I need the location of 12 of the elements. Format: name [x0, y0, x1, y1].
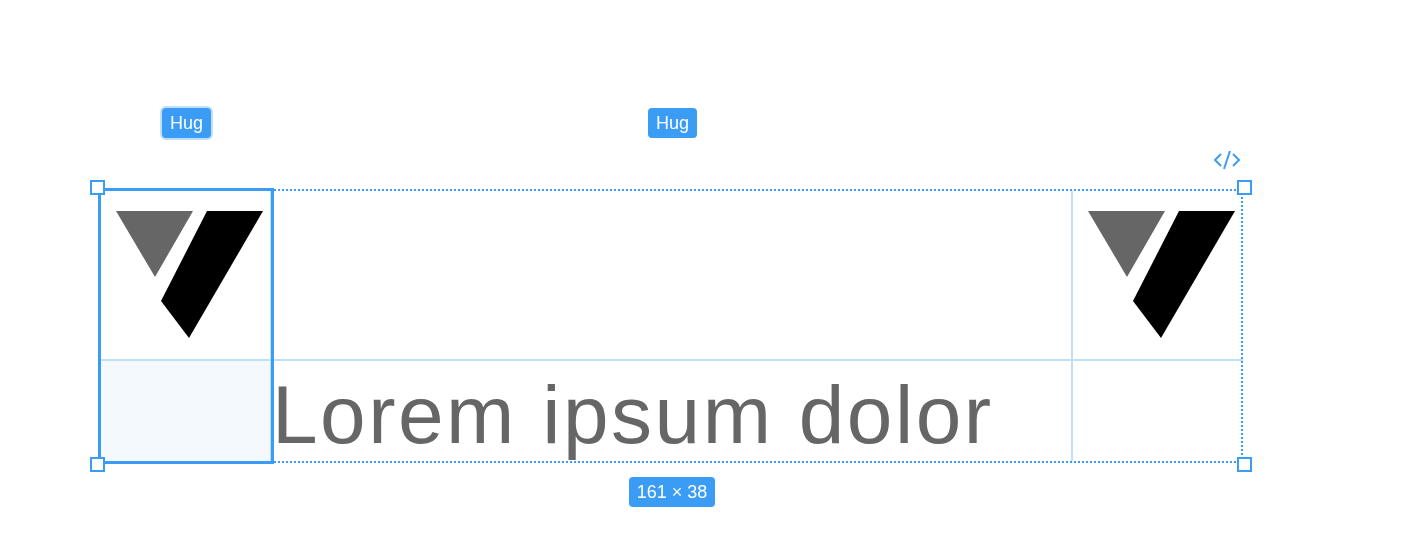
resize-handle[interactable] [90, 457, 105, 472]
resize-handle[interactable] [90, 180, 105, 195]
hug-badge[interactable]: Hug [648, 108, 697, 138]
resize-handle[interactable] [1237, 457, 1252, 472]
column-selection[interactable] [98, 188, 274, 464]
size-badge: 161 × 38 [628, 477, 716, 507]
code-icon[interactable] [1213, 149, 1241, 171]
resize-handle[interactable] [1237, 180, 1252, 195]
selection-frame[interactable]: Lorem ipsum dolor [99, 189, 1243, 463]
logo-icon [1087, 211, 1235, 339]
logo-icon [115, 211, 263, 339]
hug-badge[interactable]: Hug [162, 108, 211, 138]
